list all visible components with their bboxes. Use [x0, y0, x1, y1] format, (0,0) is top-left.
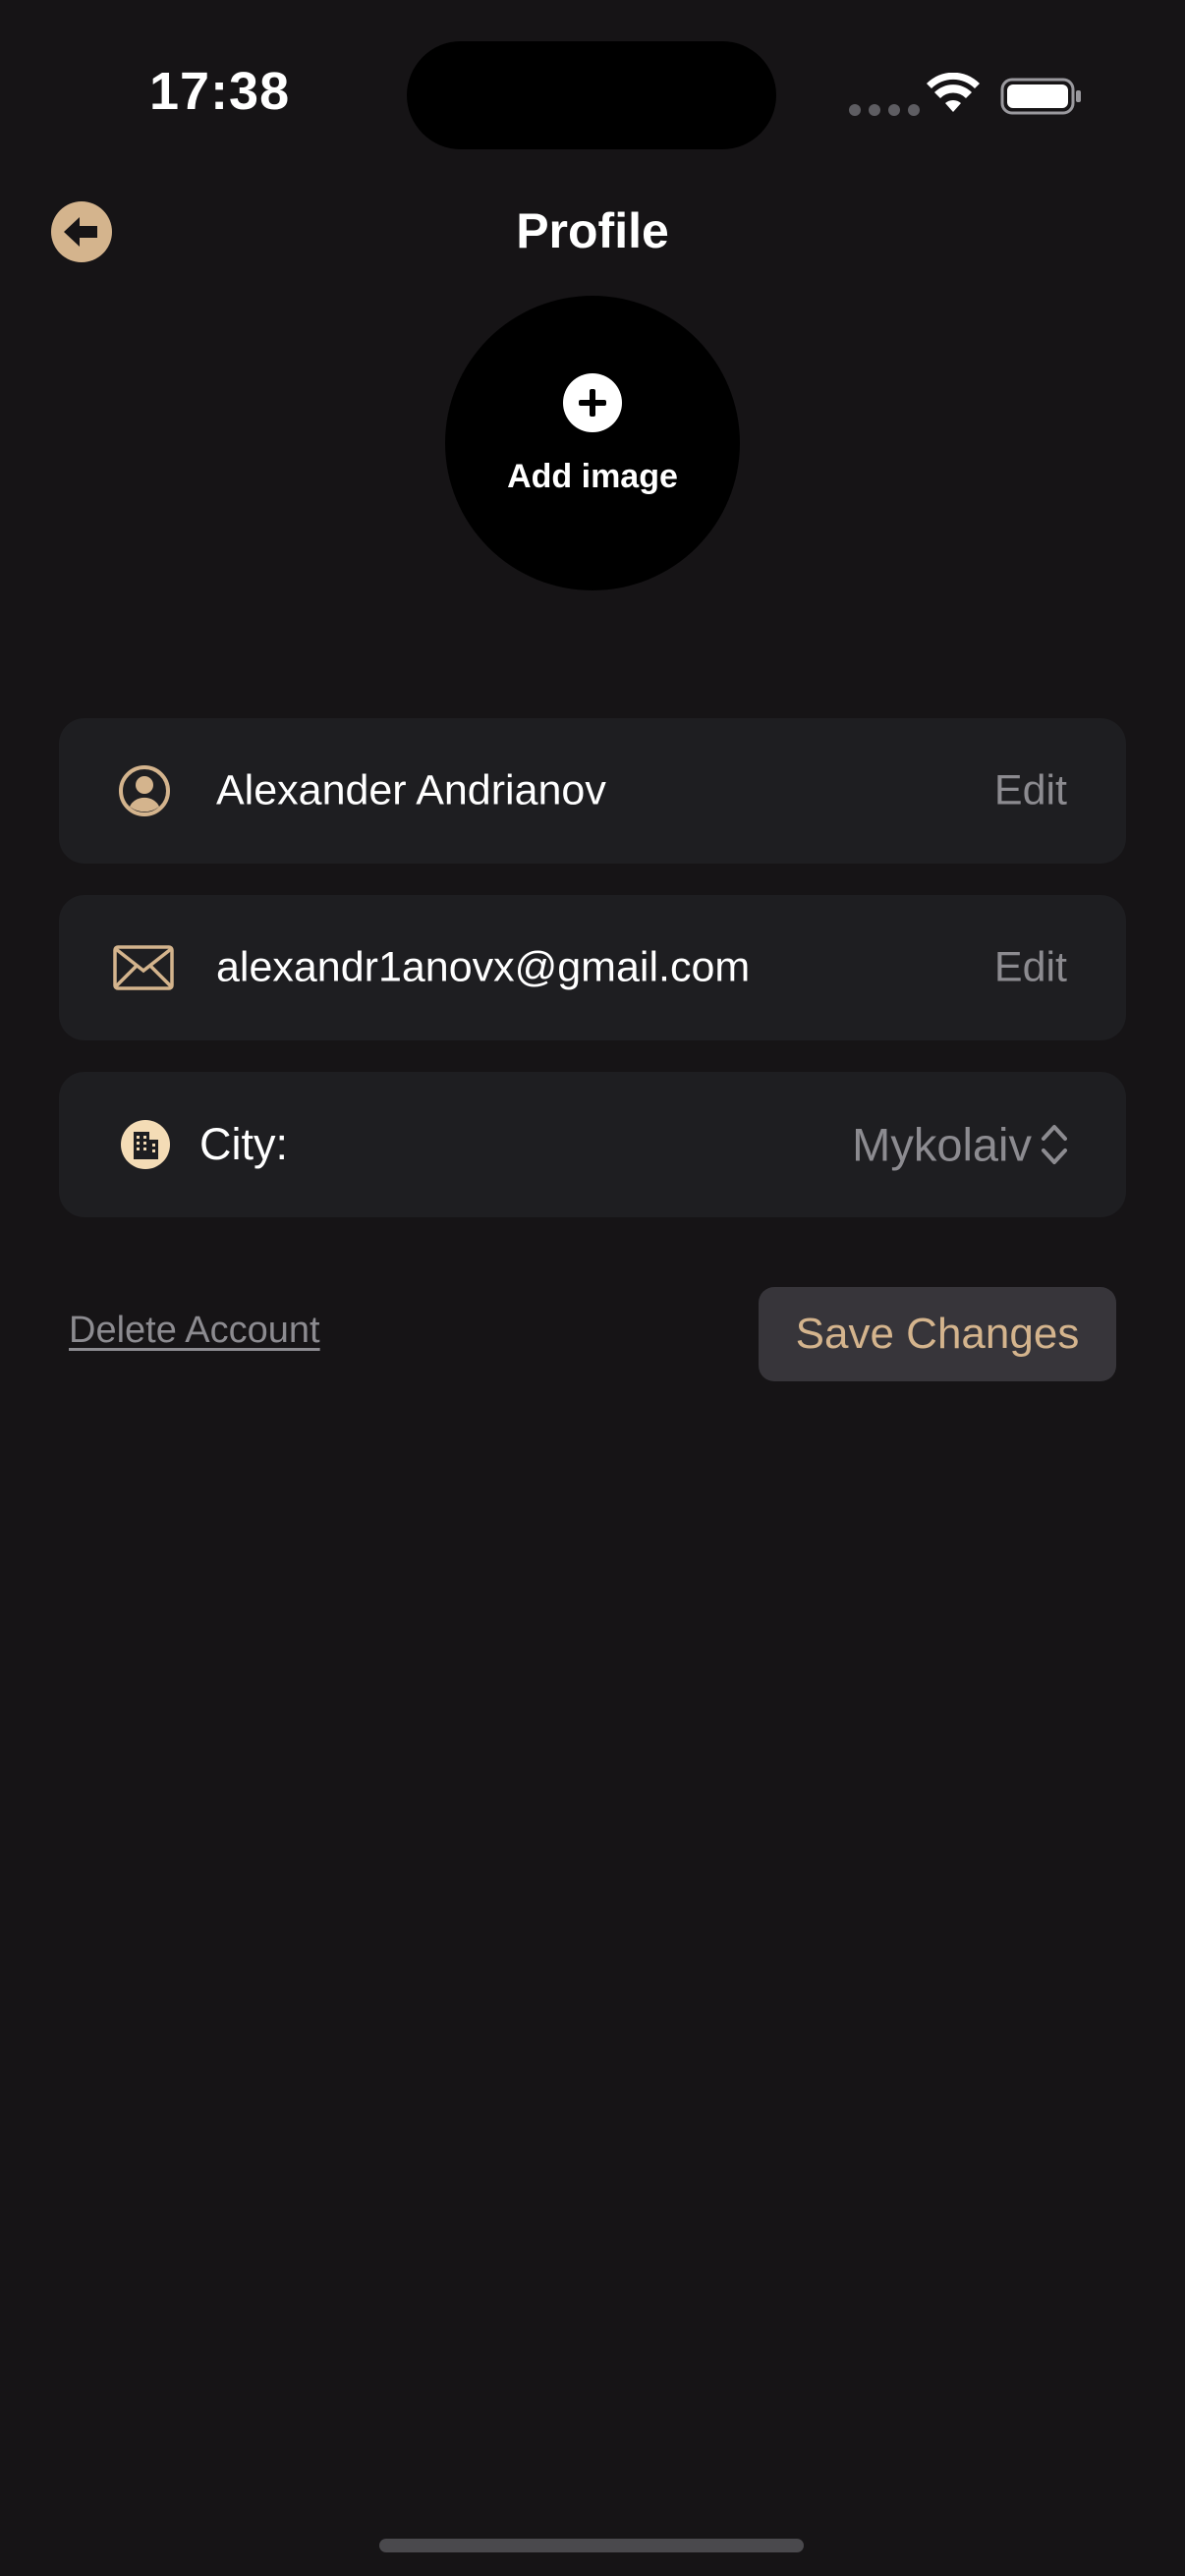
add-image-button[interactable]: Add image	[445, 296, 740, 590]
cellular-signal-icon	[849, 104, 920, 116]
page-title: Profile	[516, 203, 669, 258]
city-picker[interactable]: Mykolaiv	[852, 1118, 1032, 1172]
person-circle-icon	[119, 765, 170, 816]
email-row: alexandr1anovx@gmail.com Edit	[59, 895, 1126, 1040]
building-icon	[121, 1120, 170, 1169]
name-row: Alexander Andrianov Edit	[59, 718, 1126, 864]
delete-account-link[interactable]: Delete Account	[69, 1310, 320, 1352]
envelope-icon	[113, 945, 174, 990]
status-time: 17:38	[149, 62, 291, 121]
save-changes-button[interactable]: Save Changes	[759, 1287, 1116, 1381]
edit-email-button[interactable]: Edit	[994, 944, 1067, 992]
dynamic-island	[407, 41, 776, 149]
city-label: City:	[199, 1119, 288, 1169]
email-value: alexandr1anovx@gmail.com	[216, 943, 751, 991]
home-indicator[interactable]	[379, 2539, 804, 2552]
city-row: City: Mykolaiv	[59, 1072, 1126, 1217]
battery-icon	[1000, 78, 1081, 115]
wifi-icon	[927, 73, 980, 112]
add-image-label: Add image	[507, 457, 678, 495]
plus-circle-icon	[563, 372, 622, 432]
profile-screen: 17:38 Profile Add image Alexander Andria…	[0, 0, 1185, 2576]
edit-name-button[interactable]: Edit	[994, 767, 1067, 815]
chevron-up-down-icon[interactable]	[1040, 1122, 1069, 1167]
name-value: Alexander Andrianov	[216, 766, 606, 814]
